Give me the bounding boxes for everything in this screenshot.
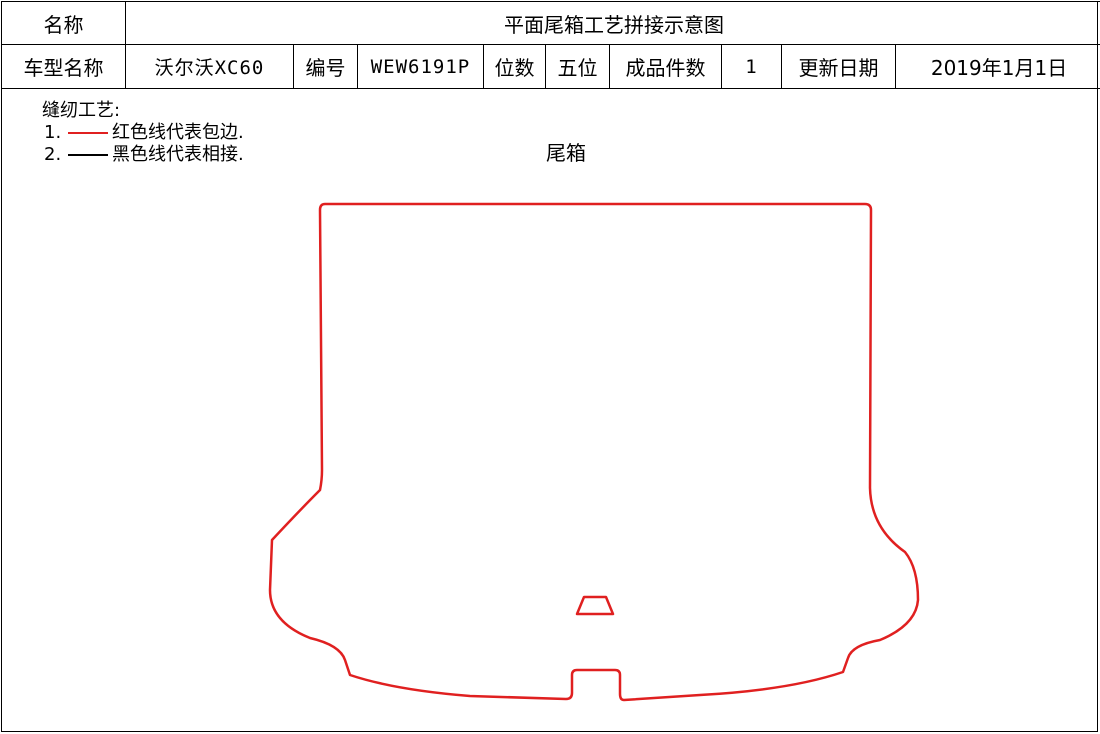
trunk-handle-outline bbox=[575, 595, 615, 616]
trunk-mat-outline bbox=[268, 202, 920, 702]
trunk-mat-drawing bbox=[268, 202, 920, 702]
